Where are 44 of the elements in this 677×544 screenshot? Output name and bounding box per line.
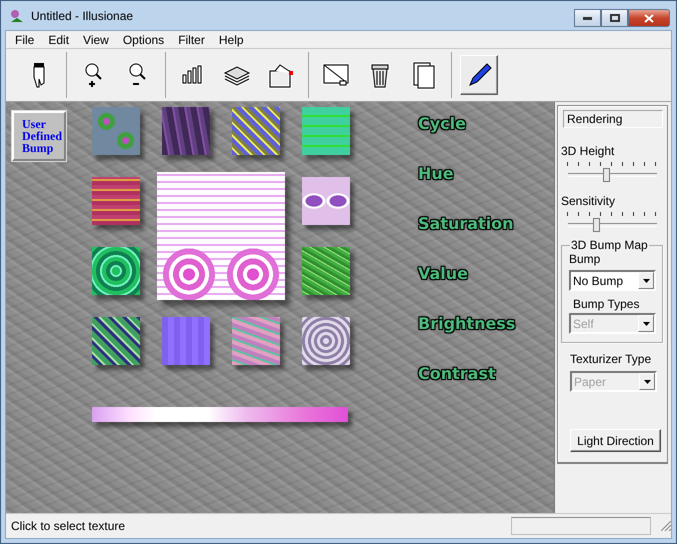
slider-label: Sensitivity [561, 194, 616, 208]
color-gradient-bar[interactable] [92, 407, 348, 422]
texture-swatch[interactable] [302, 247, 350, 295]
texture-swatch[interactable] [92, 107, 140, 155]
texture-swatch[interactable] [92, 317, 140, 365]
group-title: 3D Bump Map [570, 238, 649, 252]
minimize-icon [583, 16, 592, 20]
bump-dropdown[interactable]: No Bump [569, 270, 656, 291]
bump-types-label: Bump Types [573, 297, 640, 311]
menu-item[interactable]: Help [212, 32, 251, 46]
texture-swatch[interactable] [92, 247, 140, 295]
caret-icon [642, 278, 650, 282]
toolbar-button[interactable] [460, 55, 498, 95]
maximize-button[interactable] [601, 9, 628, 27]
rendering-field: Rendering [563, 110, 663, 128]
close-button[interactable] [628, 9, 670, 27]
texture-swatch[interactable] [302, 107, 350, 155]
menu-item[interactable]: View [76, 32, 116, 46]
texture-swatch[interactable] [232, 107, 280, 155]
user-defined-bump-button[interactable]: User Defined Bump [12, 111, 66, 161]
slider-label: 3D Height [561, 144, 616, 158]
texture-swatch[interactable] [162, 107, 210, 155]
texture-swatch[interactable] [302, 317, 350, 365]
minimize-button[interactable] [574, 9, 601, 27]
texturizer-label: Texturizer Type [570, 352, 652, 366]
slider-thumb[interactable] [593, 218, 600, 232]
texture-swatch[interactable] [162, 317, 210, 365]
menu-item[interactable]: Options [116, 32, 172, 46]
bump-label: Bump [569, 252, 602, 266]
maximize-icon [610, 14, 620, 22]
menu-item[interactable]: File [8, 32, 42, 46]
texture-swatch[interactable] [302, 177, 350, 225]
slider-thumb[interactable] [602, 168, 610, 182]
window-title: Untitled - Illusionae [31, 8, 134, 22]
close-icon [644, 14, 654, 22]
status-text: Click to select texture [11, 519, 126, 533]
texture-swatch[interactable] [92, 177, 140, 225]
caret-icon [642, 322, 650, 326]
resize-grip-icon[interactable] [661, 521, 671, 531]
menu-item[interactable]: Edit [41, 32, 76, 46]
light-direction-button[interactable]: Light Direction [570, 429, 661, 452]
caret-icon [644, 380, 650, 384]
menu-item[interactable]: Filter [171, 32, 212, 46]
texture-swatch[interactable] [232, 317, 280, 365]
